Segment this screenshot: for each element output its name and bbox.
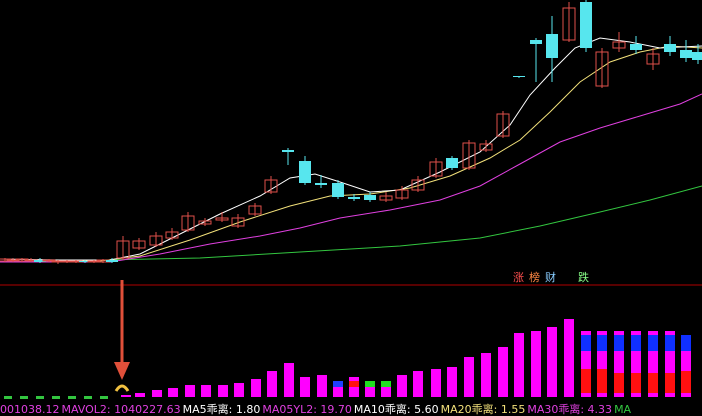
volume-bar xyxy=(413,371,423,397)
signal-mark xyxy=(333,381,343,387)
volume-bar-segment xyxy=(631,335,641,351)
moving-average-lines xyxy=(0,37,702,263)
candle xyxy=(181,212,195,232)
candle xyxy=(595,48,609,88)
signal-mark xyxy=(381,381,391,387)
volume-bar xyxy=(397,375,407,397)
candle xyxy=(530,38,542,82)
volume-bar xyxy=(514,333,524,397)
signal-dash xyxy=(52,396,60,399)
volume-bar-segment xyxy=(581,335,591,351)
candle xyxy=(664,36,676,56)
candle xyxy=(496,111,510,138)
legend-item: MA xyxy=(614,403,632,416)
candle xyxy=(646,48,660,70)
candle xyxy=(546,16,558,82)
signal-dash xyxy=(100,396,108,399)
volume-bar xyxy=(267,371,277,397)
volume-bar xyxy=(531,331,541,397)
candle xyxy=(282,148,294,165)
signal-dash xyxy=(20,396,28,399)
volume-bar xyxy=(201,385,211,397)
volume-bar xyxy=(135,393,145,397)
volume-bar xyxy=(317,375,327,397)
volume-bar xyxy=(447,367,457,397)
volume-bar-segment xyxy=(665,335,675,351)
ma10-line xyxy=(0,45,702,262)
badge-1[interactable]: 榜 xyxy=(529,271,540,285)
candle xyxy=(562,2,576,42)
volume-bar xyxy=(185,385,195,397)
legend-item: MA05YL2: 19.70 xyxy=(262,403,352,416)
volume-bar-segment xyxy=(614,335,624,351)
legend-item: MAVOL2: 1040227.63 xyxy=(61,403,181,416)
candle xyxy=(165,228,179,240)
volume-bar xyxy=(251,379,261,397)
volume-indicator-series xyxy=(4,319,691,399)
volume-bar xyxy=(168,388,178,397)
volume-bar xyxy=(284,363,294,397)
indicator-legend: 001038.12 MAVOL2: 1040227.63 MA5乖离: 1.80 MA… xyxy=(0,404,633,416)
volume-bar-segment xyxy=(614,373,624,393)
candle xyxy=(630,36,642,54)
volume-bar-segment xyxy=(681,371,691,393)
signal-dash xyxy=(68,396,76,399)
badge-3[interactable]: 跌 xyxy=(578,271,589,285)
buy-signal-icon xyxy=(114,384,130,392)
legend-item: MA10乖离: 5.60 xyxy=(353,403,439,416)
volume-bar xyxy=(547,327,557,397)
volume-bar xyxy=(498,347,508,397)
legend-item: MA20乖离: 1.55 xyxy=(440,403,526,416)
volume-bar-segment xyxy=(648,335,658,351)
candle xyxy=(215,212,229,222)
volume-bar-segment xyxy=(665,373,675,393)
candle xyxy=(379,192,393,202)
candle xyxy=(299,156,311,185)
candle xyxy=(513,76,525,78)
volume-bar xyxy=(431,369,441,397)
volume-bar-segment xyxy=(648,373,658,393)
volume-bar xyxy=(234,383,244,397)
volume-bar xyxy=(464,357,474,397)
signal-dash xyxy=(84,396,92,399)
volume-bar xyxy=(300,377,310,397)
down-arrow-marker xyxy=(114,280,130,380)
legend-item: 001038.12 xyxy=(0,403,60,416)
volume-bar xyxy=(121,395,131,397)
ma20-line xyxy=(0,93,702,263)
volume-bar xyxy=(481,353,491,397)
candle xyxy=(612,32,626,52)
badge-2[interactable]: 财 xyxy=(545,271,556,285)
signal-mark xyxy=(365,381,375,387)
signal-dash xyxy=(36,396,44,399)
volume-bar-segment xyxy=(597,335,607,351)
volume-bar-segment xyxy=(597,369,607,393)
candle xyxy=(680,40,692,62)
volume-bar xyxy=(564,319,574,397)
candle xyxy=(264,176,278,194)
volume-bar xyxy=(218,385,228,397)
legend-item: MA30乖离: 4.33 xyxy=(527,403,613,416)
candle xyxy=(248,203,262,216)
signal-dash xyxy=(4,396,12,399)
stock-chart[interactable] xyxy=(0,0,702,416)
volume-bar-segment xyxy=(631,373,641,393)
volume-bar xyxy=(152,390,162,397)
candle xyxy=(479,140,493,152)
badge-0[interactable]: 涨 xyxy=(513,271,524,285)
volume-bar-segment xyxy=(681,335,691,351)
candle xyxy=(446,156,458,170)
candle xyxy=(149,232,163,247)
volume-bar-segment xyxy=(581,369,591,393)
candle xyxy=(429,158,443,178)
candle xyxy=(580,0,592,52)
signal-mark xyxy=(349,381,359,387)
candle xyxy=(132,238,146,250)
legend-item: MA5乖离: 1.80 xyxy=(182,403,261,416)
